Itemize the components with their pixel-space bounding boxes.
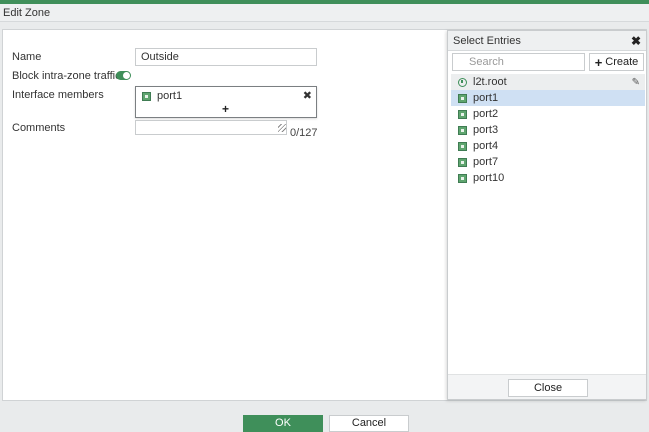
list-item-l2t-root[interactable]: l2t.root ✎ xyxy=(451,74,645,90)
list-item-port2[interactable]: port2 xyxy=(451,106,645,122)
interface-members-label: Interface members xyxy=(12,89,104,101)
comments-char-counter: 0/127 xyxy=(290,127,318,139)
select-entries-header: Select Entries ✖ xyxy=(448,31,646,51)
list-item-label: port10 xyxy=(473,172,505,184)
port-icon xyxy=(458,141,467,151)
comments-label: Comments xyxy=(12,122,66,134)
list-item-port1[interactable]: port1 xyxy=(451,90,645,106)
close-button[interactable]: Close xyxy=(508,379,588,397)
create-button-label: Create xyxy=(605,56,639,68)
port-icon xyxy=(458,125,467,135)
search-input[interactable] xyxy=(452,53,585,71)
list-item-label: port7 xyxy=(473,156,499,168)
port-icon xyxy=(458,173,467,183)
remove-member-icon[interactable]: ✖ xyxy=(303,89,312,102)
resize-grip-icon[interactable] xyxy=(278,124,286,132)
list-item-port3[interactable]: port3 xyxy=(451,122,645,138)
interface-members-field[interactable]: port1 ✖ + xyxy=(135,86,317,118)
title-bar: Edit Zone xyxy=(0,4,649,22)
port-icon xyxy=(142,91,151,101)
member-chip: port1 xyxy=(142,90,182,102)
close-icon[interactable]: ✖ xyxy=(631,34,641,48)
select-entries-footer: Close xyxy=(448,374,646,399)
comments-textarea[interactable] xyxy=(135,120,287,135)
list-item-label: port2 xyxy=(473,108,499,120)
tunnel-icon xyxy=(458,77,467,87)
list-item-port4[interactable]: port4 xyxy=(451,138,645,154)
create-button[interactable]: + Create xyxy=(589,53,644,71)
list-item-label: port4 xyxy=(473,140,499,152)
name-label: Name xyxy=(12,51,42,63)
block-intra-zone-toggle[interactable] xyxy=(116,71,131,80)
select-entries-title: Select Entries xyxy=(453,35,521,47)
cancel-button[interactable]: Cancel xyxy=(329,415,409,432)
port-icon xyxy=(458,109,467,119)
member-chip-label: port1 xyxy=(157,90,183,102)
ok-button[interactable]: OK xyxy=(243,415,323,432)
add-member-icon[interactable]: + xyxy=(222,102,229,116)
page-title: Edit Zone xyxy=(3,7,51,19)
port-icon xyxy=(458,157,467,167)
name-input[interactable]: Outside xyxy=(135,48,317,66)
port-icon xyxy=(458,93,467,103)
list-item-port10[interactable]: port10 xyxy=(451,170,645,186)
list-item-port7[interactable]: port7 xyxy=(451,154,645,170)
plus-icon: + xyxy=(594,54,603,70)
list-item-label: l2t.root xyxy=(473,76,507,88)
block-intra-zone-label: Block intra-zone traffic xyxy=(12,70,121,82)
list-item-label: port3 xyxy=(473,124,499,136)
entries-list: l2t.root ✎ port1 port2 port3 port4 port7… xyxy=(451,74,645,186)
select-entries-panel: Select Entries ✖ + Create l2t.root ✎ por… xyxy=(447,30,647,400)
list-item-label: port1 xyxy=(473,92,499,104)
pencil-icon[interactable]: ✎ xyxy=(632,77,640,88)
